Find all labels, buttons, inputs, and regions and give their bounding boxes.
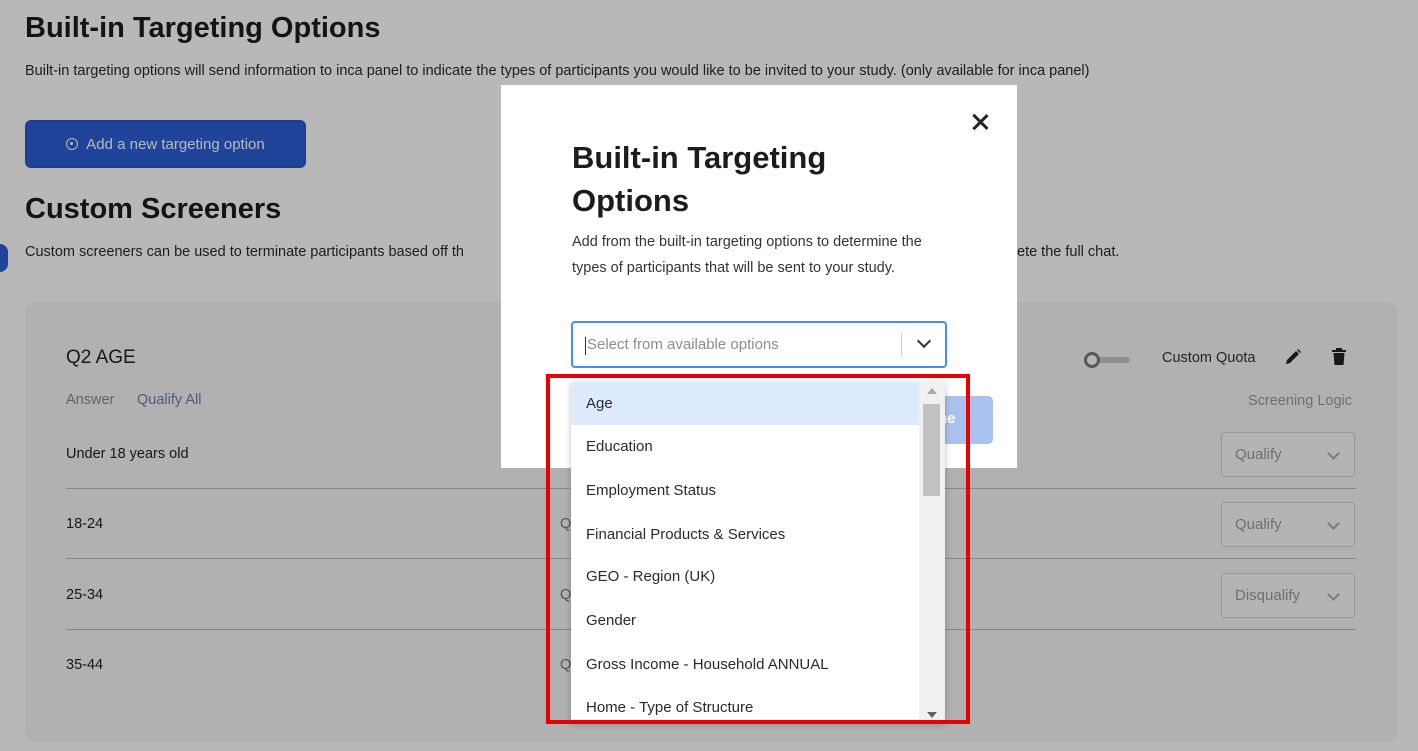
modal-description: Add from the built-in targeting options … bbox=[572, 234, 922, 276]
select-placeholder: Select from available options bbox=[587, 336, 779, 353]
targeting-option-select[interactable]: Select from available options bbox=[571, 321, 947, 368]
annotation-highlight-box bbox=[546, 374, 970, 724]
close-icon[interactable] bbox=[969, 111, 991, 133]
text-caret bbox=[585, 337, 586, 355]
modal-title: Built-in Targeting Options bbox=[572, 140, 827, 218]
chevron-down-icon[interactable] bbox=[916, 333, 932, 349]
select-separator bbox=[901, 333, 902, 357]
